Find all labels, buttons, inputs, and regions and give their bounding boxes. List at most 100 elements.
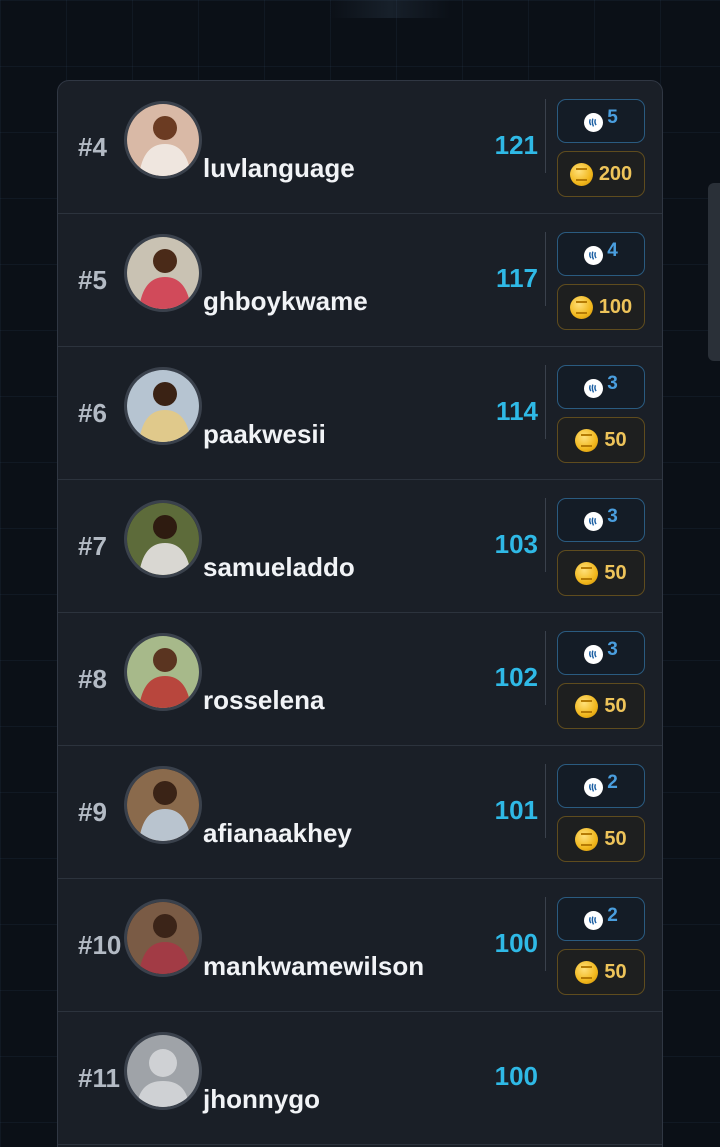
username[interactable]: mankwamewilson [203,951,424,982]
avatar-photo [127,370,199,442]
avatar[interactable] [124,899,202,977]
score-value: 114 [496,396,538,426]
coin-reward-value: 50 [604,694,627,717]
row-divider [545,365,546,439]
coin-reward-badge: 50 [557,683,645,729]
steem-reward-value: 3 [607,639,618,660]
avatar-photo [127,769,199,841]
default-avatar-icon [127,1035,199,1107]
steem-reward-badge: 4 [557,232,645,276]
steem-reward-badge: 3 [557,631,645,675]
score-value: 117 [496,263,538,293]
username[interactable]: jhonnygo [203,1084,320,1115]
leaderboard-row[interactable]: #4 luvlanguage 121 5 200 [58,81,662,214]
steem-reward-badge: 2 [557,897,645,941]
steem-reward-value: 5 [607,107,618,128]
steem-logo-icon [584,246,604,265]
coin-icon [575,694,599,718]
avatar-photo [127,237,199,309]
leaderboard-row[interactable]: #7 samueladdo 103 3 50 [58,480,662,613]
score-value: 121 [494,130,538,160]
steem-logo-icon [584,778,604,797]
leaderboard-row[interactable]: #10 mankwamewilson 100 2 50 [58,879,662,1012]
steem-reward-value: 3 [607,373,618,394]
coin-icon [575,960,599,984]
steem-logo-icon [584,113,604,132]
username[interactable]: luvlanguage [203,153,355,184]
steem-reward-badge: 3 [557,498,645,542]
steem-reward-value: 4 [607,240,618,261]
rank-label: #11 [78,1062,120,1093]
coin-reward-value: 50 [604,561,627,584]
steem-logo-icon [584,512,604,531]
row-divider [545,498,546,572]
top-glow [330,0,450,18]
rank-label: #8 [78,663,107,694]
score-value: 100 [494,928,538,958]
steem-reward-value: 2 [607,772,618,793]
steem-reward-badge: 3 [557,365,645,409]
score-value: 103 [494,529,538,559]
rank-label: #10 [78,929,122,960]
coin-icon [569,295,593,319]
steem-logo-icon [584,379,604,398]
leaderboard-row[interactable]: #5 ghboykwame 117 4 100 [58,214,662,347]
score-value: 101 [494,795,538,825]
steem-logo-icon [584,911,604,930]
row-divider [545,99,546,173]
leaderboard-row[interactable]: #6 paakwesii 114 3 50 [58,347,662,480]
row-divider [545,631,546,705]
coin-reward-value: 50 [604,827,627,850]
rank-label: #9 [78,796,107,827]
avatar-photo [127,636,199,708]
leaderboard-row[interactable]: #8 rosselena 102 3 50 [58,613,662,746]
row-divider [545,764,546,838]
steem-logo-icon [584,645,604,664]
coin-icon [575,827,599,851]
scroll-handle[interactable] [708,183,720,361]
steem-reward-value: 3 [607,506,618,527]
username[interactable]: afianaakhey [203,818,352,849]
coin-icon [575,561,599,585]
rank-label: #7 [78,530,107,561]
avatar-photo [127,104,199,176]
avatar[interactable] [124,234,202,312]
leaderboard-row[interactable]: #11 jhonnygo 100 [58,1012,662,1145]
rank-label: #4 [78,131,107,162]
avatar[interactable] [124,1032,202,1110]
leaderboard-panel: #4 luvlanguage 121 5 200 #5 ghboykwame 1… [57,80,663,1147]
coin-icon [569,162,593,186]
avatar-photo [127,503,199,575]
avatar-photo [127,902,199,974]
coin-reward-value: 200 [598,162,633,185]
coin-reward-badge: 50 [557,417,645,463]
row-divider [545,232,546,306]
avatar[interactable] [124,367,202,445]
row-divider [545,897,546,971]
steem-reward-value: 2 [607,905,618,926]
coin-reward-badge: 50 [557,949,645,995]
score-value: 100 [494,1061,538,1091]
username[interactable]: samueladdo [203,552,355,583]
coin-reward-badge: 50 [557,550,645,596]
coin-reward-badge: 100 [557,284,645,330]
username[interactable]: paakwesii [203,419,326,450]
steem-reward-badge: 5 [557,99,645,143]
score-value: 102 [494,662,538,692]
leaderboard-row[interactable]: #9 afianaakhey 101 2 50 [58,746,662,879]
coin-reward-value: 50 [604,428,627,451]
coin-reward-value: 50 [604,960,627,983]
username[interactable]: rosselena [203,685,324,716]
coin-reward-badge: 50 [557,816,645,862]
coin-reward-badge: 200 [557,151,645,197]
avatar[interactable] [124,500,202,578]
rank-label: #5 [78,264,107,295]
username[interactable]: ghboykwame [203,286,368,317]
steem-reward-badge: 2 [557,764,645,808]
coin-reward-value: 100 [598,295,633,318]
avatar[interactable] [124,766,202,844]
coin-icon [575,428,599,452]
rank-label: #6 [78,397,107,428]
avatar[interactable] [124,633,202,711]
avatar[interactable] [124,101,202,179]
